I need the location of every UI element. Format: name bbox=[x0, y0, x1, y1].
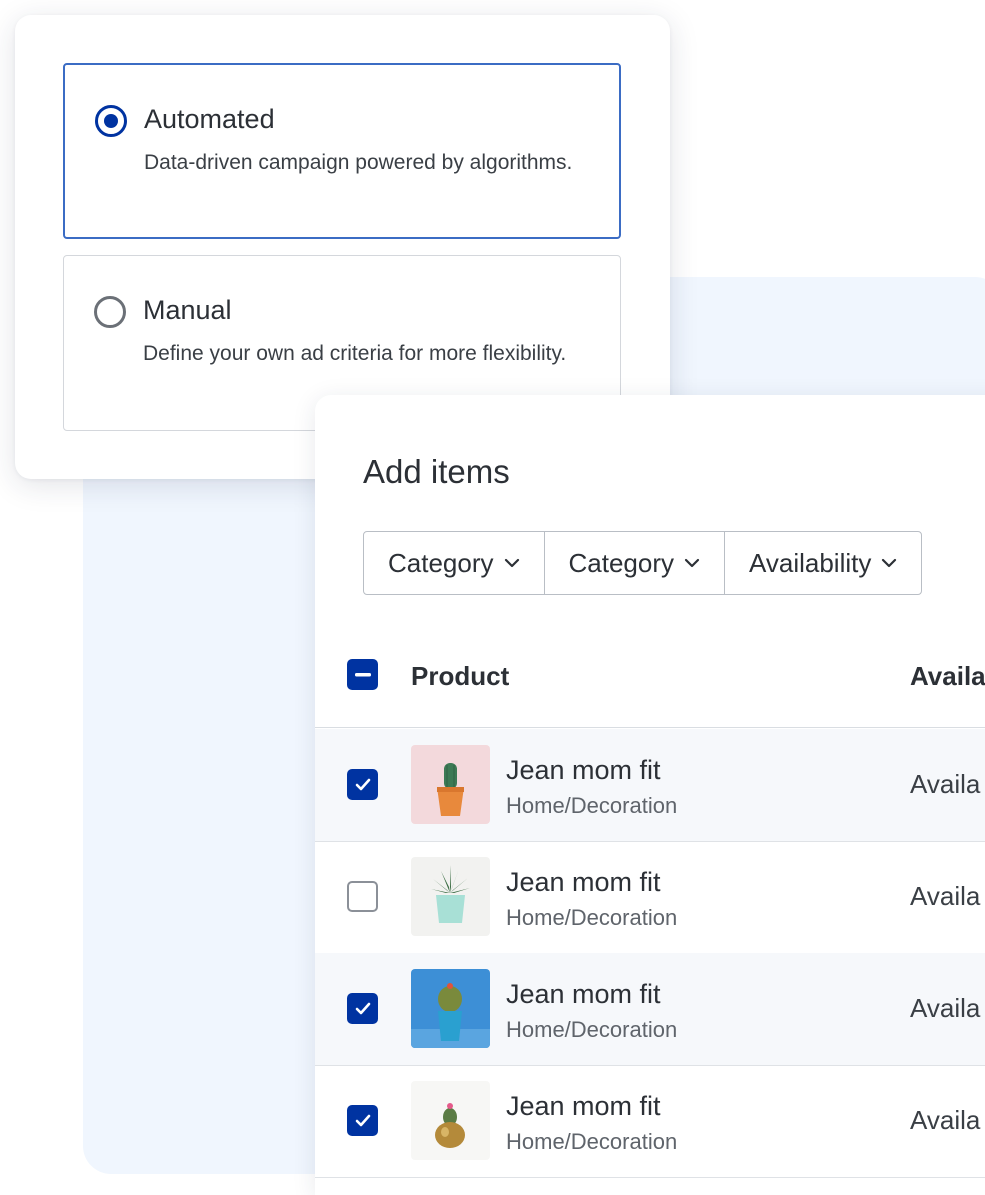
filter-label: Category bbox=[568, 547, 675, 578]
row-checkbox[interactable] bbox=[347, 993, 378, 1024]
table-row[interactable]: Jean mom fit Home/Decoration Availa bbox=[315, 1065, 985, 1178]
add-items-card: Add items Category Category Availability… bbox=[315, 395, 985, 1195]
product-thumbnail bbox=[411, 1081, 490, 1160]
option-description: Data-driven campaign powered by algorith… bbox=[144, 151, 573, 174]
check-icon bbox=[355, 1002, 370, 1015]
column-header-availability[interactable]: Availa bbox=[910, 661, 985, 692]
row-checkbox[interactable] bbox=[347, 1105, 378, 1136]
product-category: Home/Decoration bbox=[506, 905, 678, 930]
option-automated[interactable]: Automated Data-driven campaign powered b… bbox=[63, 63, 621, 239]
row-checkbox[interactable] bbox=[347, 769, 378, 800]
column-header-product[interactable]: Product bbox=[411, 661, 509, 692]
product-category: Home/Decoration bbox=[506, 793, 678, 818]
radio-unselected-icon[interactable] bbox=[94, 296, 126, 328]
check-icon bbox=[355, 778, 370, 791]
product-name: Jean mom fit bbox=[506, 979, 661, 1009]
table-header: Product Availa bbox=[315, 627, 985, 728]
radio-selected-icon[interactable] bbox=[95, 105, 127, 137]
product-name: Jean mom fit bbox=[506, 867, 661, 897]
chevron-down-icon bbox=[504, 558, 519, 568]
table-row[interactable]: Jean mom fit Home/Decoration Availa bbox=[315, 953, 985, 1066]
filter-category-2[interactable]: Category bbox=[545, 532, 725, 594]
row-checkbox[interactable] bbox=[347, 881, 378, 912]
product-thumbnail bbox=[411, 857, 490, 936]
chevron-down-icon bbox=[882, 558, 897, 568]
check-icon bbox=[355, 1114, 370, 1127]
product-category: Home/Decoration bbox=[506, 1017, 678, 1042]
product-availability: Availa bbox=[910, 881, 981, 911]
option-description: Define your own ad criteria for more fle… bbox=[143, 342, 567, 365]
product-thumbnail bbox=[411, 969, 490, 1048]
product-availability: Availa bbox=[910, 1105, 981, 1135]
table-row[interactable]: Jean mom fit Home/Decoration Availa bbox=[315, 841, 985, 954]
table-row[interactable]: Jean mom fit Home/Decoration Availa bbox=[315, 729, 985, 842]
chevron-down-icon bbox=[684, 558, 700, 568]
product-category: Home/Decoration bbox=[506, 1129, 678, 1154]
filter-category[interactable]: Category bbox=[364, 532, 545, 594]
option-title: Manual bbox=[143, 295, 232, 325]
product-availability: Availa bbox=[910, 993, 981, 1023]
product-name: Jean mom fit bbox=[506, 755, 661, 785]
select-all-checkbox[interactable] bbox=[347, 659, 378, 690]
product-availability: Availa bbox=[910, 769, 981, 799]
panel-title: Add items bbox=[363, 453, 510, 490]
filter-bar: Category Category Availability bbox=[363, 531, 923, 595]
filter-label: Availability bbox=[749, 547, 872, 578]
product-name: Jean mom fit bbox=[506, 1091, 661, 1121]
filter-availability[interactable]: Availability bbox=[725, 532, 921, 594]
option-title: Automated bbox=[144, 104, 275, 134]
filter-label: Category bbox=[388, 547, 494, 578]
product-thumbnail bbox=[411, 745, 490, 824]
minus-icon bbox=[354, 672, 371, 676]
